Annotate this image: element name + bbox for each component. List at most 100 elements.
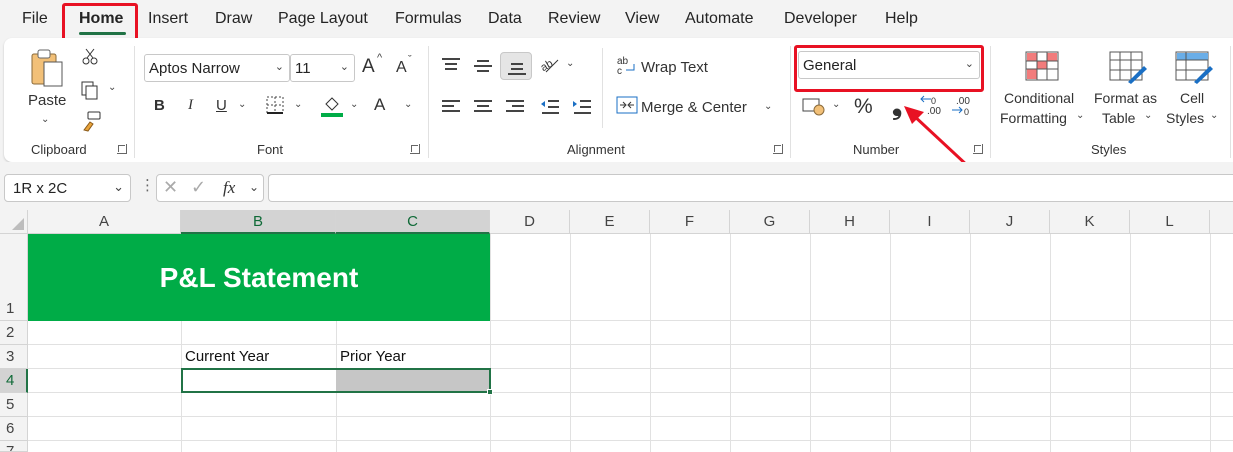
align-bottom-button[interactable] [500, 52, 532, 80]
tab-page-layout[interactable]: Page Layout [278, 10, 368, 28]
wrap-text-icon[interactable]: ab c [616, 54, 638, 76]
paste-chevron-down-icon[interactable]: ⌄ [41, 114, 49, 125]
fill-color-chevron-down-icon[interactable]: ⌄ [350, 99, 358, 110]
enter-check-icon[interactable]: ✓ [191, 177, 206, 198]
borders-icon[interactable] [266, 96, 284, 114]
selection-range-b4-c4[interactable] [181, 368, 491, 393]
format-as-table-chevron-down-icon[interactable]: ⌄ [1144, 110, 1152, 121]
align-middle-icon[interactable] [474, 60, 492, 74]
font-color-icon[interactable]: A [374, 95, 385, 115]
insert-function-button[interactable]: fx [223, 178, 235, 198]
column-header-c[interactable]: C [336, 210, 490, 234]
column-header-g[interactable]: G [730, 210, 810, 234]
row-header-1[interactable]: 1 [0, 234, 28, 321]
column-header-a[interactable]: A [28, 210, 181, 234]
column-header-j[interactable]: J [970, 210, 1050, 234]
column-header-d[interactable]: D [490, 210, 570, 234]
column-header-f[interactable]: F [650, 210, 730, 234]
cell-styles-icon[interactable] [1174, 50, 1214, 84]
orientation-chevron-down-icon[interactable]: ⌄ [566, 58, 574, 69]
format-as-table-label-1[interactable]: Format as [1094, 90, 1157, 106]
bold-button[interactable]: B [154, 97, 165, 114]
column-header-l[interactable]: L [1130, 210, 1210, 234]
tab-view[interactable]: View [625, 10, 659, 28]
conditional-formatting-label-2[interactable]: Formatting [1000, 110, 1067, 126]
tab-file[interactable]: File [22, 10, 48, 28]
name-box-chevron-down-icon[interactable]: ⌄ [113, 179, 124, 195]
column-header-b[interactable]: B [181, 210, 336, 234]
increase-indent-icon[interactable] [572, 98, 592, 116]
conditional-formatting-label-1[interactable]: Conditional [1004, 90, 1074, 106]
column-header-e[interactable]: E [570, 210, 650, 234]
fill-color-icon[interactable] [320, 94, 344, 118]
increase-font-size-icon[interactable]: A [362, 56, 375, 78]
underline-button[interactable]: U [216, 97, 227, 114]
paste-icon[interactable] [30, 48, 66, 88]
column-header-h[interactable]: H [810, 210, 890, 234]
number-format-combo[interactable]: General ⌄ [798, 51, 980, 79]
merge-center-chevron-down-icon[interactable]: ⌄ [764, 101, 772, 112]
row-header-2[interactable]: 2 [0, 321, 28, 345]
accounting-chevron-down-icon[interactable]: ⌄ [832, 99, 840, 110]
format-as-table-label-2[interactable]: Table [1102, 110, 1135, 126]
align-right-icon[interactable] [506, 100, 524, 114]
decrease-font-size-icon[interactable]: A [396, 59, 407, 77]
clipboard-launcher-icon[interactable] [117, 144, 127, 154]
italic-button[interactable]: I [188, 97, 193, 114]
conditional-formatting-chevron-down-icon[interactable]: ⌄ [1076, 110, 1084, 121]
accounting-format-icon[interactable] [802, 96, 826, 116]
row-header-4[interactable]: 4 [0, 369, 28, 393]
tab-developer[interactable]: Developer [784, 10, 857, 28]
insert-function-chevron-down-icon[interactable]: ⌄ [249, 180, 259, 194]
cell-c3-prior-year[interactable]: Prior Year [340, 348, 406, 365]
copy-icon[interactable] [80, 80, 100, 100]
wrap-text-button[interactable]: Wrap Text [641, 59, 708, 76]
conditional-formatting-icon[interactable] [1024, 50, 1060, 82]
name-box[interactable]: 1R x 2C ⌄ [4, 174, 131, 202]
cell-styles-label-1[interactable]: Cell [1180, 90, 1204, 106]
align-top-icon[interactable] [442, 58, 460, 72]
format-as-table-icon[interactable] [1108, 50, 1148, 84]
decrease-indent-icon[interactable] [540, 98, 560, 116]
row-header-3[interactable]: 3 [0, 345, 28, 369]
tab-help[interactable]: Help [885, 10, 918, 28]
underline-chevron-down-icon[interactable]: ⌄ [238, 99, 246, 110]
orientation-icon[interactable]: ab [538, 54, 560, 74]
cell-styles-chevron-down-icon[interactable]: ⌄ [1210, 110, 1218, 121]
font-size-combo[interactable]: 11 ⌄ [290, 54, 355, 82]
cut-icon[interactable] [80, 48, 100, 66]
alignment-launcher-icon[interactable] [773, 144, 783, 154]
formula-input[interactable] [268, 174, 1233, 202]
align-left-icon[interactable] [442, 100, 460, 114]
tab-data[interactable]: Data [488, 10, 522, 28]
tab-formulas[interactable]: Formulas [395, 10, 462, 28]
tab-home[interactable]: Home [79, 10, 123, 28]
column-header-m[interactable] [1210, 210, 1233, 234]
row-header-7[interactable]: 7 [0, 441, 28, 452]
merge-center-button[interactable]: Merge & Center [641, 99, 747, 116]
tab-review[interactable]: Review [548, 10, 600, 28]
column-header-k[interactable]: K [1050, 210, 1130, 234]
row-header-6[interactable]: 6 [0, 417, 28, 441]
format-painter-icon[interactable] [80, 110, 102, 132]
title-cell-merged[interactable]: P&L Statement [28, 234, 490, 321]
font-launcher-icon[interactable] [410, 144, 420, 154]
row-header-5[interactable]: 5 [0, 393, 28, 417]
fill-handle[interactable] [487, 389, 493, 395]
paste-label[interactable]: Paste [28, 92, 66, 109]
column-header-i[interactable]: I [890, 210, 970, 234]
font-name-combo[interactable]: Aptos Narrow ⌄ [144, 54, 290, 82]
cell-styles-label-2[interactable]: Styles [1166, 110, 1204, 126]
cancel-icon[interactable]: ✕ [163, 177, 178, 198]
tab-automate[interactable]: Automate [685, 10, 753, 28]
borders-chevron-down-icon[interactable]: ⌄ [294, 99, 302, 110]
align-center-icon[interactable] [474, 100, 492, 114]
tab-draw[interactable]: Draw [215, 10, 252, 28]
copy-chevron-down-icon[interactable]: ⌄ [108, 82, 116, 93]
merge-center-icon[interactable] [616, 96, 638, 114]
select-all-corner[interactable] [0, 210, 28, 234]
cell-b3-current-year[interactable]: Current Year [185, 348, 269, 365]
percent-style-button[interactable]: % [854, 95, 873, 119]
font-color-chevron-down-icon[interactable]: ⌄ [404, 99, 412, 110]
tab-insert[interactable]: Insert [148, 10, 188, 28]
